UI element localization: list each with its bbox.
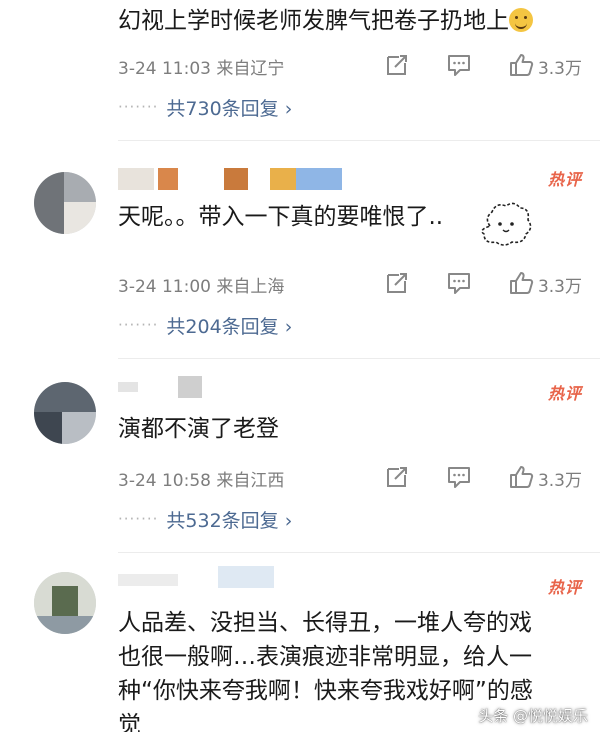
username-blurred[interactable] bbox=[118, 566, 278, 588]
watermark: 头条 @悦悦娱乐 bbox=[478, 707, 588, 725]
hot-comment-badge: 热评 bbox=[547, 578, 582, 597]
comment-4: 热评 人品差、没担当、长得丑，一堆人夸的戏 也很一般啊…表演痕迹非常明显，给人一… bbox=[0, 0, 600, 732]
avatar[interactable] bbox=[34, 572, 96, 634]
